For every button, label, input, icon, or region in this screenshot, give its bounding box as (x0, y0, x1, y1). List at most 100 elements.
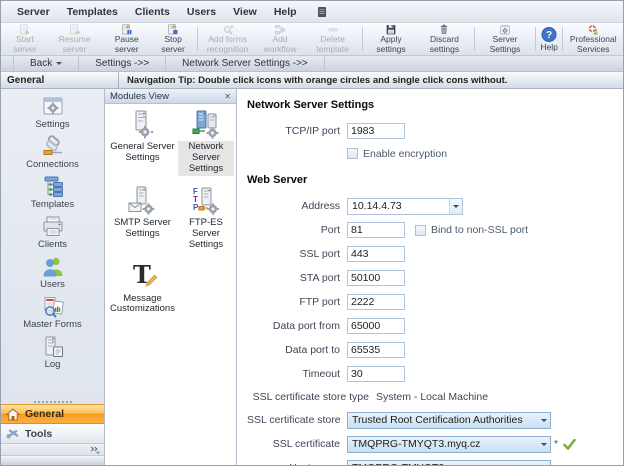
delete-template-icon (324, 24, 342, 35)
start-server-icon (16, 24, 34, 35)
module-smtp-server-settings[interactable]: SMTP Server Settings (107, 185, 178, 252)
port-label: Port (247, 224, 340, 236)
ssl-certificate-value: TMQPRG-TMYQT3.myq.cz (352, 438, 480, 450)
apply-settings-button[interactable]: Apply settings (365, 23, 416, 55)
smtp-server-icon (127, 185, 157, 215)
crumb-network-server-settings[interactable]: Network Server Settings ->> (166, 56, 325, 71)
sidebar-item-log[interactable]: Log (1, 332, 104, 372)
menu-help[interactable]: Help (274, 6, 297, 18)
ftp-port-input[interactable] (347, 294, 405, 310)
back-label: Back (30, 58, 52, 69)
general-server-icon (127, 109, 157, 139)
cert-store-value: Trusted Root Certification Authorities (352, 414, 523, 426)
professional-services-button[interactable]: Professional Services (565, 23, 621, 55)
delete-template-button[interactable]: Delete template (305, 23, 361, 55)
ssl-port-input[interactable] (347, 246, 405, 262)
menu-view[interactable]: View (233, 6, 257, 18)
sta-port-label: STA port (247, 272, 340, 284)
host-name-row: Host name TMQPRG-TMYQT3.myq.cz (247, 456, 623, 465)
server-settings-button[interactable]: Server Settings (477, 23, 533, 55)
help-label: Help (540, 43, 557, 52)
toolbar-separator (562, 27, 563, 51)
close-icon[interactable]: ✕ (224, 92, 231, 101)
timeout-label: Timeout (247, 368, 340, 380)
tcpip-port-input[interactable] (347, 123, 405, 139)
left-panel-header: General (1, 72, 119, 89)
section-heading-network: Network Server Settings (247, 99, 623, 111)
combo-arrow-icon[interactable] (537, 413, 550, 428)
port-input[interactable] (347, 222, 405, 238)
crumb-settings-label: Settings ->> (95, 58, 149, 69)
resume-server-button[interactable]: Resume server (47, 23, 102, 55)
module-network-server-settings[interactable]: Network Server Settings (178, 109, 234, 176)
start-server-button[interactable]: Start server (3, 23, 47, 55)
module-ftp-es-server-settings[interactable]: FTP FTP-ES Server Settings (178, 185, 234, 252)
combo-arrow-icon[interactable] (449, 199, 462, 214)
sidebar-item-clients[interactable]: Clients (1, 212, 104, 252)
users-icon (41, 255, 65, 279)
svg-text:P: P (193, 203, 199, 212)
sidebar-item-connections[interactable]: Connections (1, 132, 104, 172)
bind-non-ssl-checkbox[interactable]: Bind to non-SSL port (415, 224, 528, 236)
help-icon: ? (540, 26, 558, 43)
sidebar-label: Clients (38, 239, 67, 250)
sidebar-item-settings[interactable]: Settings (1, 92, 104, 132)
combo-arrow-icon[interactable] (537, 437, 550, 452)
ssl-port-row: SSL port (247, 242, 623, 266)
menu-users[interactable]: Users (187, 6, 216, 18)
ssl-certificate-combo[interactable]: TMQPRG-TMYQT3.myq.cz (347, 436, 551, 453)
pause-server-label: Pause server (106, 35, 147, 54)
sidebar-item-users[interactable]: Users (1, 252, 104, 292)
tab-tools[interactable]: Tools (1, 424, 104, 444)
bind-non-ssl-label: Bind to non-SSL port (431, 224, 528, 236)
address-label: Address (247, 200, 340, 212)
data-port-to-label: Data port to (247, 344, 340, 356)
sta-port-input[interactable] (347, 270, 405, 286)
cert-store-combo[interactable]: Trusted Root Certification Authorities (347, 412, 551, 429)
host-name-combo[interactable]: TMQPRG-TMYQT3.myq.cz (347, 460, 551, 466)
module-general-server-settings[interactable]: General Server Settings (107, 109, 178, 176)
menu-templates[interactable]: Templates (67, 6, 118, 18)
store-type-label: SSL certificate store type (247, 391, 369, 403)
menu-server[interactable]: Server (17, 6, 50, 18)
settings-icon (41, 95, 65, 119)
timeout-input[interactable] (347, 366, 405, 382)
resume-server-label: Resume server (51, 35, 98, 54)
data-port-from-input[interactable] (347, 318, 405, 334)
svg-text:?: ? (546, 30, 552, 41)
add-workflow-icon (271, 24, 289, 35)
add-forms-recognition-button[interactable]: Add forms recognition (200, 23, 256, 55)
module-message-customizations[interactable]: T Message Customizations (107, 261, 178, 317)
application-window: Server Templates Clients Users View Help… (0, 0, 624, 466)
crumb-settings[interactable]: Settings ->> (79, 56, 166, 71)
sidebar-label: Settings (35, 119, 69, 130)
timeout-row: Timeout (247, 362, 623, 386)
sidebar-label: Master Forms (23, 319, 82, 330)
toolbar-separator (535, 27, 536, 51)
combo-arrow-icon[interactable] (537, 461, 550, 466)
host-name-value: TMQPRG-TMYQT3.myq.cz (352, 462, 480, 465)
tab-overflow-button[interactable] (1, 444, 104, 456)
store-type-row: SSL certificate store type System - Loca… (247, 386, 623, 408)
address-combo[interactable]: 10.14.4.73 (347, 198, 463, 215)
sidebar-item-templates[interactable]: Templates (1, 172, 104, 212)
discard-settings-button[interactable]: Discard settings (417, 23, 473, 55)
module-label: Network Server Settings (178, 141, 234, 176)
help-button[interactable]: ? Help (538, 23, 561, 55)
stop-server-button[interactable]: Stop server (151, 23, 195, 55)
module-label: Message Customizations (107, 293, 178, 317)
pause-server-button[interactable]: Pause server (102, 23, 151, 55)
modules-view-header: Modules View ✕ (105, 89, 236, 104)
tools-icon (6, 427, 20, 440)
cert-store-label: SSL certificate store (247, 414, 340, 426)
data-port-from-row: Data port from (247, 314, 623, 338)
enable-encryption-checkbox[interactable]: Enable encryption (347, 148, 447, 160)
add-workflow-button[interactable]: Add workflow (255, 23, 304, 55)
tab-general[interactable]: General (1, 404, 104, 424)
back-button[interactable]: Back (13, 56, 79, 71)
toolbar: Start server Resume server Pause server … (1, 23, 623, 56)
sidebar: Settings Connections Templates Clients U… (1, 89, 105, 465)
menu-clients[interactable]: Clients (135, 6, 170, 18)
data-port-to-input[interactable] (347, 342, 405, 358)
sidebar-item-master-forms[interactable]: Master Forms (1, 292, 104, 332)
